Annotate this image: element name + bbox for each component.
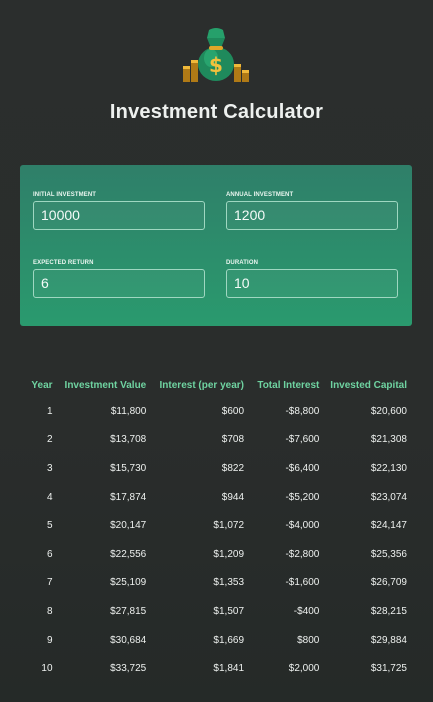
invested-capital-cell: $21,308: [370, 434, 407, 446]
money-bag-icon: $: [181, 24, 251, 84]
expected-return-group: Expected Return 6: [33, 259, 206, 298]
invested-capital-cell: $24,147: [370, 520, 407, 532]
interest-per-year-header: Interest (per year): [159, 379, 245, 391]
interest-per-year-cell: $600: [221, 405, 245, 417]
page-title: Investment Calculator: [109, 101, 324, 123]
year-header: Year: [31, 379, 53, 391]
table-row: 7 $25,109 $1,353 -$1,600 $26,709: [22, 569, 407, 598]
investment-value-cell: $13,708: [110, 434, 147, 446]
invested-capital-cell: $25,356: [370, 548, 407, 560]
total-interest-cell: -$2,800: [285, 548, 320, 560]
table-body: 1 $11,800 $600 -$8,800 $20,600 2 $13,708 $708 -$…: [22, 397, 407, 683]
svg-text:$: $: [209, 53, 223, 77]
duration-input[interactable]: 10: [226, 269, 398, 298]
interest-per-year-cell: $944: [221, 491, 245, 503]
invested-capital-cell: $31,725: [370, 663, 407, 675]
investment-value-header: Investment Value: [64, 379, 147, 391]
total-interest-cell: $800: [297, 634, 320, 646]
investment-value-cell: $22,556: [110, 548, 147, 560]
year-cell: 7: [46, 577, 53, 589]
total-interest-cell: -$7,600: [285, 434, 320, 446]
invested-capital-cell: $23,074: [370, 491, 407, 503]
year-cell: 10: [41, 663, 53, 675]
year-cell: 4: [46, 491, 53, 503]
interest-per-year-cell: $1,072: [213, 520, 245, 532]
invested-capital-cell: $28,215: [370, 605, 407, 617]
table-row: 3 $15,730 $822 -$6,400 $22,130: [22, 454, 407, 483]
total-interest-cell: -$400: [293, 605, 320, 617]
table-row: 10 $33,725 $1,841 $2,000 $31,725: [22, 654, 407, 683]
expected-return-input[interactable]: 6: [33, 269, 205, 298]
total-interest-cell: -$1,600: [285, 577, 320, 589]
initial-investment-label: Initial Investment: [33, 192, 97, 198]
invested-capital-cell: $20,600: [370, 405, 407, 417]
investment-value-cell: $17,874: [110, 491, 147, 503]
table-row: 1 $11,800 $600 -$8,800 $20,600: [22, 397, 407, 426]
table-row: 9 $30,684 $1,669 $800 $29,884: [22, 626, 407, 655]
interest-per-year-cell: $822: [221, 462, 245, 474]
table-row: 2 $13,708 $708 -$7,600 $21,308: [22, 426, 407, 455]
total-interest-cell: -$5,200: [285, 491, 320, 503]
total-interest-cell: -$8,800: [285, 405, 320, 417]
investment-value-cell: $20,147: [110, 520, 147, 532]
annual-investment-label: Annual Investment: [226, 192, 294, 198]
duration-group: Duration 10: [226, 259, 399, 298]
interest-per-year-cell: $1,669: [213, 634, 245, 646]
year-cell: 3: [46, 462, 53, 474]
total-interest-cell: -$6,400: [285, 462, 320, 474]
total-interest-cell: $2,000: [288, 663, 320, 675]
interest-per-year-cell: $1,353: [213, 577, 245, 589]
year-cell: 2: [46, 434, 53, 446]
interest-per-year-cell: $1,841: [213, 663, 245, 675]
invested-capital-cell: $26,709: [370, 577, 407, 589]
table-row: 5 $20,147 $1,072 -$4,000 $24,147: [22, 511, 407, 540]
invested-capital-cell: $22,130: [370, 462, 407, 474]
invested-capital-header: Invested Capital: [330, 379, 407, 391]
table-row: 8 $27,815 $1,507 -$400 $28,215: [22, 597, 407, 626]
investment-value-cell: $11,800: [110, 405, 147, 417]
year-cell: 9: [46, 634, 53, 646]
results-table: Year Investment Value Interest (per year…: [22, 373, 407, 683]
total-interest-cell: -$4,000: [285, 520, 320, 532]
interest-per-year-cell: $1,209: [213, 548, 245, 560]
year-cell: 6: [46, 548, 53, 560]
initial-investment-input[interactable]: 10000: [33, 201, 205, 230]
interest-per-year-cell: $1,507: [213, 605, 245, 617]
annual-investment-input[interactable]: 1200: [226, 201, 398, 230]
investment-value-cell: $30,684: [110, 634, 147, 646]
expected-return-label: Expected Return: [33, 260, 94, 266]
year-cell: 5: [46, 520, 53, 532]
investment-value-cell: $25,109: [110, 577, 147, 589]
table-row: 6 $22,556 $1,209 -$2,800 $25,356: [22, 540, 407, 569]
investment-value-cell: $27,815: [110, 605, 147, 617]
table-header-row: Year Investment Value Interest (per year…: [22, 373, 407, 397]
investment-value-cell: $15,730: [110, 462, 147, 474]
annual-investment-group: Annual Investment 1200: [226, 191, 399, 230]
year-cell: 8: [46, 605, 53, 617]
duration-label: Duration: [226, 260, 259, 266]
year-cell: 1: [46, 405, 53, 417]
total-interest-header: Total Interest: [257, 379, 320, 391]
table-row: 4 $17,874 $944 -$5,200 $23,074: [22, 483, 407, 512]
investment-value-cell: $33,725: [110, 663, 147, 675]
calculator-form: Initial Investment 10000 Annual Investme…: [20, 165, 412, 326]
initial-investment-group: Initial Investment 10000: [33, 191, 206, 230]
invested-capital-cell: $29,884: [370, 634, 407, 646]
interest-per-year-cell: $708: [221, 434, 245, 446]
